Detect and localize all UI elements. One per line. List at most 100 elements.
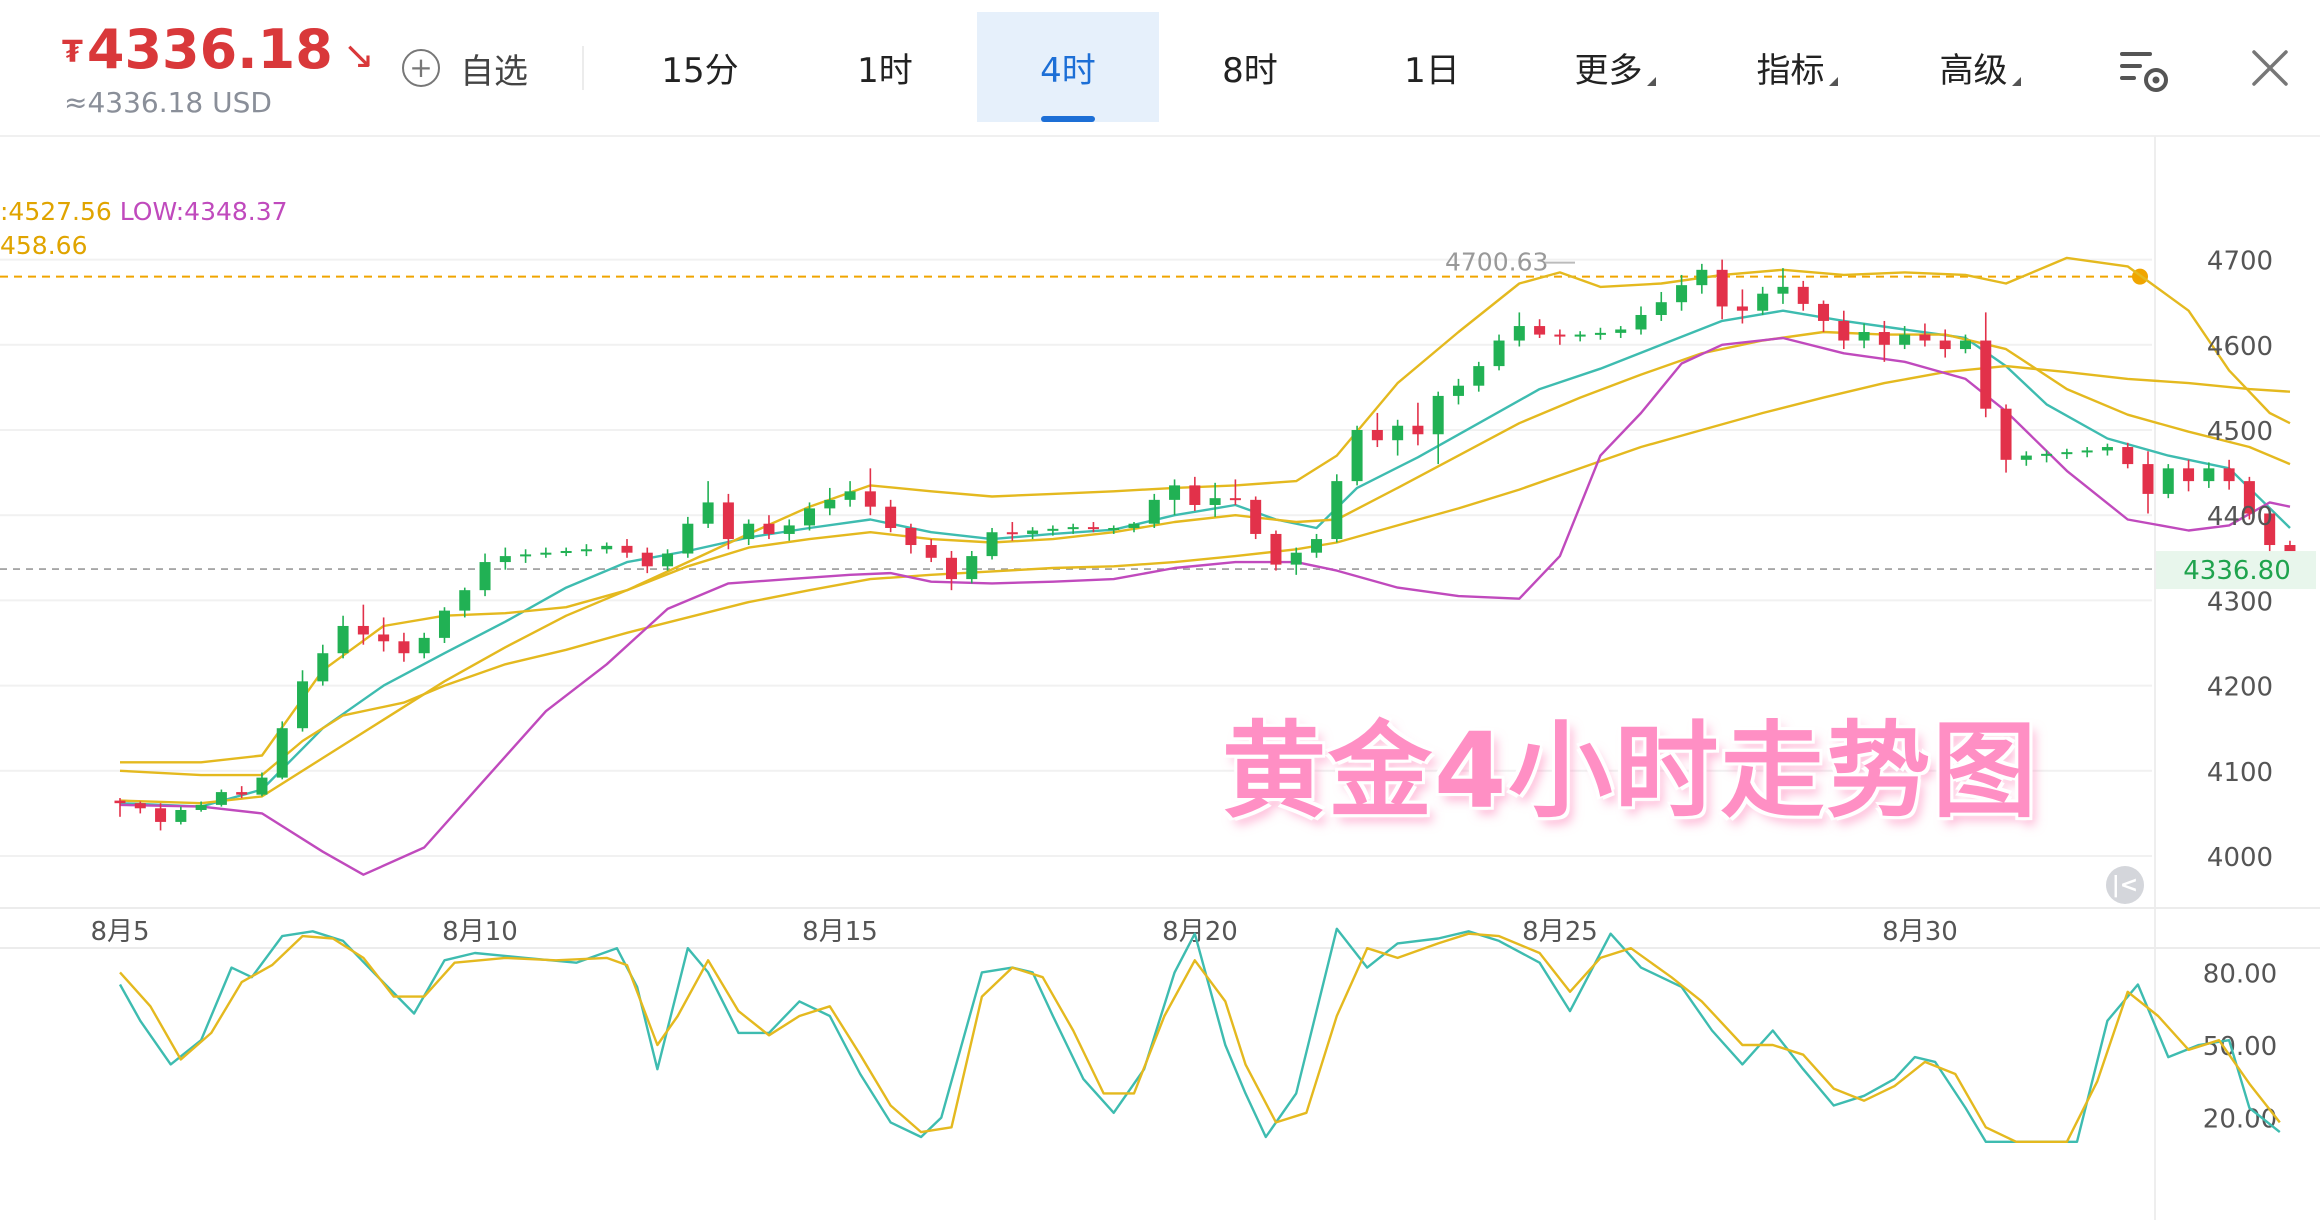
candle-body [763,523,775,534]
candle-body [276,728,288,778]
candle-body [1676,285,1688,303]
candle-body [378,634,390,642]
tab-8h[interactable]: 8时 [1160,12,1340,122]
candle-body [1777,286,1789,294]
y-tick-label: 4600 [2207,332,2273,362]
candle-body [114,800,126,804]
candle-body [1371,430,1383,441]
oscillator-line [119,932,2281,1144]
oscillator-layer: 80.00 50.00 20.00 [118,927,2281,1144]
candle-body [2041,453,2053,456]
indicator-legend: :4527.56 LOW:4348.37 458.66 [0,195,288,263]
candle-body [1290,552,1302,565]
candle-body [1635,314,1647,330]
candle-body [1392,425,1404,441]
candle-body [743,523,755,540]
candle-body [1270,533,1282,565]
candle-body [1473,366,1485,386]
candle-body [966,556,978,580]
candle-body [925,545,937,558]
candle-body [1980,340,1992,409]
candle-body [1432,395,1444,435]
candle-body [986,532,998,557]
candle-body [1655,302,1667,315]
candle-body [1554,334,1566,337]
candle-body [1087,527,1099,530]
app-root: ₮4336.18 ↘ ≈4336.18 USD + 自选 15分 1时 4时 8时… [0,0,2320,1220]
candle-body [885,506,897,528]
tab-15m[interactable]: 15分 [610,12,790,122]
add-favorite-button[interactable]: + 自选 [402,44,528,92]
candle-body [499,556,511,563]
candle-body [905,527,917,546]
candle-body [1006,532,1018,535]
tab-label: 更多 [1574,50,1643,91]
candle-body [1209,498,1221,505]
scroll-to-latest-button[interactable]: |< [2106,866,2144,904]
candle-body [1716,269,1728,307]
oscillator-line [118,927,2281,1144]
y-tick-label: 4400 [2207,502,2273,532]
candle-body [459,590,471,611]
divider [582,46,584,90]
y-tick-label: 4500 [2207,417,2273,447]
candle-body [1757,293,1769,311]
legend-line-1: :4527.56 LOW:4348.37 [0,195,288,229]
candle-body [1128,523,1140,528]
chart-settings-icon[interactable] [2118,46,2172,96]
high-marker-label: 4700.63 [1445,248,1548,277]
candle-body [520,554,532,557]
candle-body [844,491,856,500]
candle-body [1939,340,1951,350]
candle-body [1736,306,1748,311]
candle-body [195,804,207,810]
candle-body [236,792,248,795]
candle-body [945,557,957,580]
candle-body [1493,340,1505,367]
candle-body [1351,430,1363,482]
close-icon[interactable] [2248,46,2292,90]
plus-circle-icon: + [402,49,440,87]
candle-body [1818,303,1830,321]
tab-advanced[interactable]: 高级 [1890,12,2070,122]
currency-symbol: ₮ [62,35,83,70]
candle-body [662,553,674,567]
chart-watermark: 黄金4小时走势图 [1222,710,2039,832]
tab-indicators[interactable]: 指标 [1707,12,1887,122]
osc-tick-label: 50.00 [2203,1032,2277,1062]
price-usd: ≈4336.18 USD [64,86,272,119]
candle-body [2122,447,2134,465]
x-tick-label: 8月20 [1162,917,1238,947]
candle-body [175,809,187,822]
candle-body [438,610,450,638]
candle-body [601,545,613,550]
candle-body [1534,326,1546,335]
current-price-tag: 4336.80 [2183,556,2291,586]
tab-label: 1时 [857,50,913,91]
tab-1h[interactable]: 1时 [795,12,975,122]
active-tab-indicator [1041,116,1095,122]
tab-label: 4时 [1040,50,1096,91]
tab-4h[interactable]: 4时 [977,12,1159,122]
candle-body [560,550,572,553]
candle-body [621,545,633,553]
y-tick-label: 4000 [2207,843,2273,873]
candle-body [1148,499,1160,524]
y-tick-label: 4700 [2207,247,2273,277]
tab-1d[interactable]: 1日 [1342,12,1522,122]
candle-body [215,792,227,805]
tab-label: 高级 [1939,50,2008,91]
dropdown-corner-icon [1646,77,1656,86]
candle-body [2061,452,2073,455]
chart-area[interactable]: 4700.63 4000 4100 4200 4300 4400 4500 4600 4700… [0,136,2320,1220]
candle-body [1959,340,1971,350]
x-tick-label: 8月25 [1522,917,1598,947]
candle-body [682,523,694,554]
candle-body [155,808,167,822]
candle-body [1696,269,1708,286]
candle-body [1513,326,1525,341]
tab-more[interactable]: 更多 [1525,12,1705,122]
candle-body [337,625,349,654]
tab-label: 1日 [1404,50,1460,91]
candle-body [1331,481,1343,540]
